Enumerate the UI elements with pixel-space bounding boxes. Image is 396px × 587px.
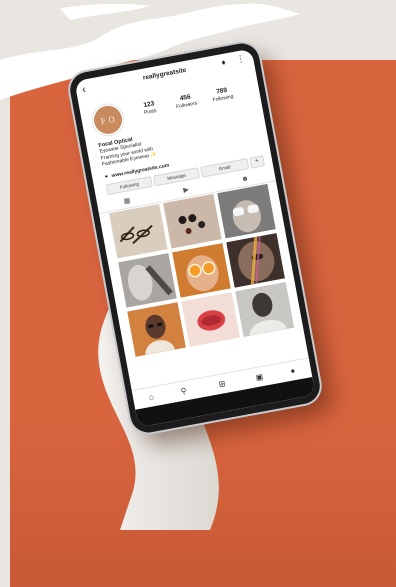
post-tile[interactable] [235, 282, 294, 337]
avatar[interactable]: F O [91, 103, 125, 137]
home-icon[interactable]: ⌂ [144, 391, 158, 405]
bw-portrait-image [118, 253, 177, 308]
profile-icon[interactable]: ● [286, 364, 300, 378]
add-user-icon[interactable]: + [249, 155, 266, 169]
rainbow-eye-image [226, 233, 285, 288]
grid-icon[interactable]: ▦ [121, 196, 133, 208]
post-tile[interactable] [163, 193, 222, 249]
shop-icon[interactable]: ▣ [253, 371, 267, 385]
tagged-icon[interactable]: ☻ [239, 174, 251, 186]
red-lips-image [181, 292, 240, 347]
stat-following[interactable]: 789 Following [204, 85, 240, 106]
post-tile[interactable] [226, 233, 285, 288]
more-icon[interactable]: ⋮ [235, 52, 249, 66]
stat-followers[interactable]: 456 Followers [168, 91, 204, 112]
sunglasses-flatlay-image [178, 214, 206, 235]
reels-icon[interactable]: ▶ [180, 185, 192, 197]
post-tile[interactable] [109, 203, 168, 259]
post-tile[interactable] [118, 253, 177, 308]
orange-sunglasses-image [172, 243, 231, 298]
bw-man-portrait-image [235, 282, 294, 337]
post-tile[interactable] [172, 243, 231, 298]
search-icon[interactable]: ⚲ [177, 385, 191, 399]
bell-icon[interactable]: ♦ [221, 56, 233, 70]
post-tile[interactable] [181, 292, 240, 347]
post-tile[interactable] [217, 183, 276, 239]
glasses-on-sand-image [119, 224, 153, 245]
link-icon: ⚭ [103, 173, 110, 181]
post-tile[interactable] [127, 302, 186, 357]
white-frames-model-image [217, 183, 276, 239]
photo-scene: ‹ reallygreatsite ♦ ⋮ F O 123 Posts 456 … [0, 0, 396, 587]
stat-posts[interactable]: 123 Posts [132, 98, 168, 119]
woman-glasses-image [127, 302, 186, 357]
plus-square-icon[interactable]: ⊞ [215, 378, 229, 392]
